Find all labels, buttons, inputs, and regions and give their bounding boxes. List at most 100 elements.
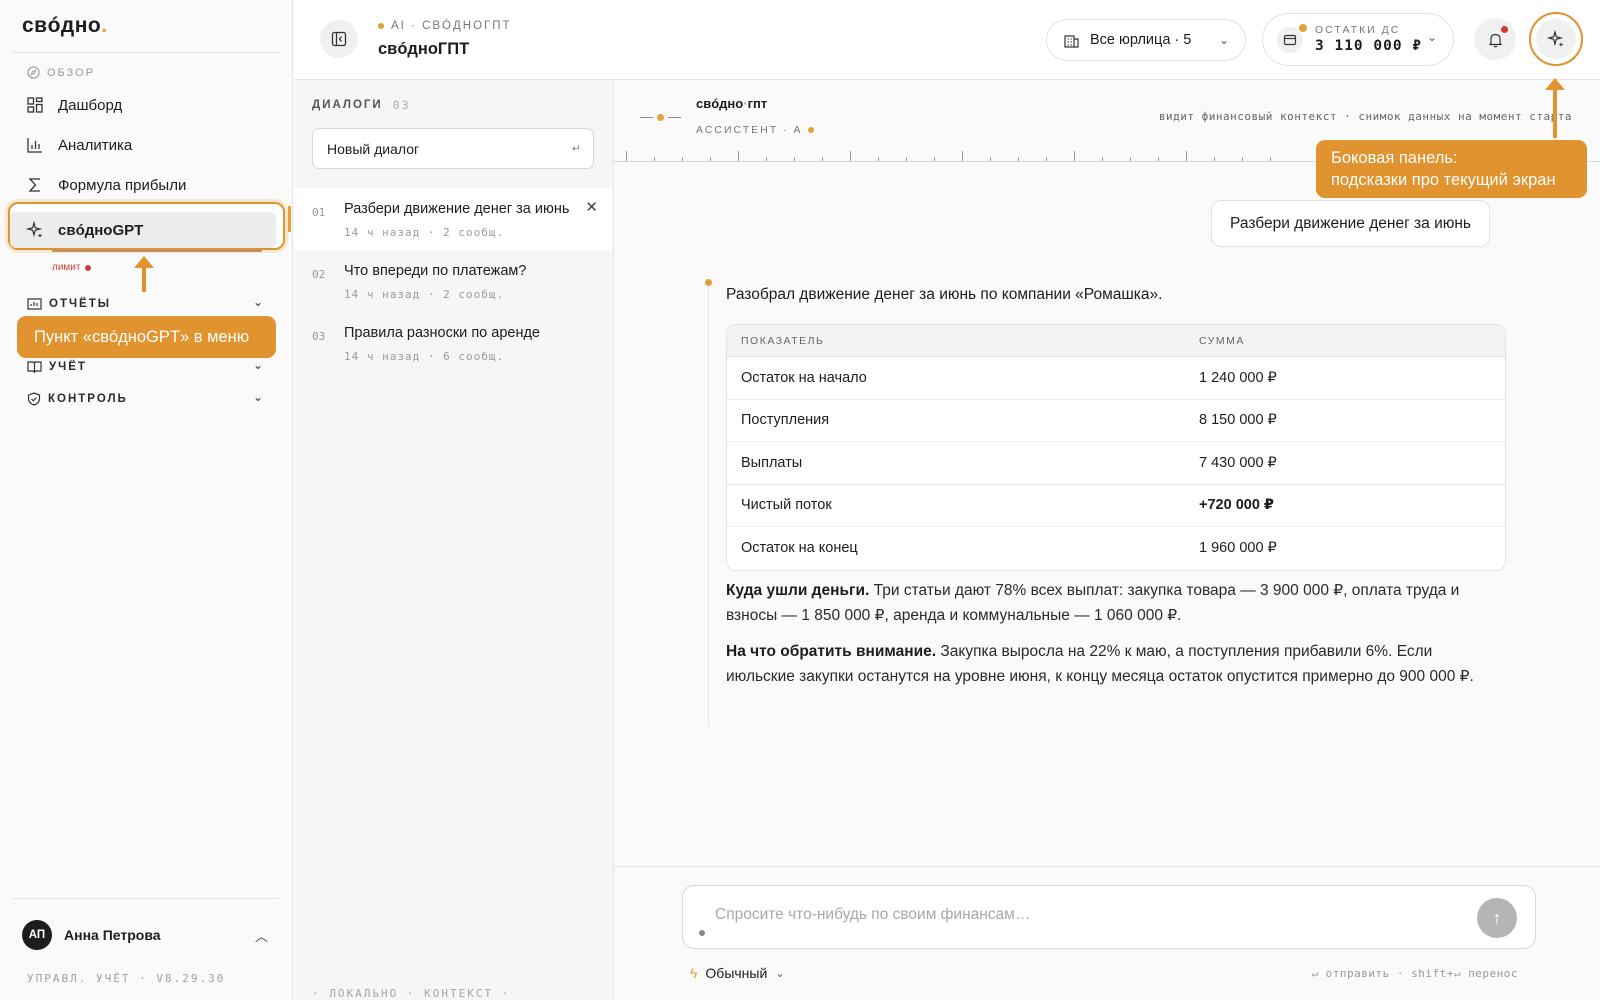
cash-balance-widget[interactable]: ОСТАТКИ ДС 3 110 000 ₽ ⌄ bbox=[1262, 13, 1454, 66]
sidebar-item-dashboard[interactable]: Дашборд bbox=[26, 93, 122, 117]
bell-icon bbox=[1488, 33, 1502, 47]
arrow-up-icon bbox=[134, 256, 154, 292]
status-dot-icon bbox=[378, 23, 384, 29]
mode-selector[interactable]: ϟ Обычный ⌄ bbox=[690, 965, 785, 981]
dialog-item[interactable]: 03 Правила разноски по аренде 14 ч назад… bbox=[294, 312, 612, 374]
sidebar-toggle-icon bbox=[331, 31, 347, 47]
sparkle-icon bbox=[26, 221, 43, 238]
entity-selector-label: Все юрлица · 5 bbox=[1090, 32, 1192, 48]
sidebar-divider bbox=[13, 898, 279, 899]
dialogs-count: 03 bbox=[392, 98, 411, 112]
book-icon bbox=[27, 361, 42, 374]
table-row: Выплаты 7 430 000 ₽ bbox=[727, 442, 1505, 485]
breadcrumb: AI · СВÓДНОГПТ bbox=[378, 20, 512, 32]
assistant-dot-icon bbox=[705, 279, 712, 286]
bar-chart-icon bbox=[27, 138, 42, 153]
answer-intro: Разобрал движение денег за июнь по компа… bbox=[726, 286, 1163, 303]
gpt-side-panel-button[interactable] bbox=[1529, 12, 1583, 66]
limit-progress-bar bbox=[52, 249, 262, 252]
chevron-down-icon: ⌄ bbox=[775, 967, 785, 980]
building-icon bbox=[1064, 34, 1079, 48]
user-message: Разбери движение денег за июнь bbox=[1211, 200, 1490, 247]
app-version: УПРАВЛ. УЧЁТ · V8.29.30 bbox=[27, 972, 226, 985]
dialog-item[interactable]: 02 Что впереди по платежам? 14 ч назад ·… bbox=[294, 250, 612, 312]
section-control-label: КОНТРОЛЬ bbox=[48, 393, 128, 405]
page-title: свóдноГПТ bbox=[378, 40, 470, 58]
lightning-icon: ϟ bbox=[690, 965, 698, 981]
sigma-icon bbox=[28, 178, 40, 192]
sidebar-item-label: Аналитика bbox=[58, 136, 133, 154]
sidebar: свóдно. ОБЗОР Дашборд Аналитика Формула … bbox=[0, 0, 293, 1000]
context-note: видит финансовый контекст · снимок данны… bbox=[1158, 110, 1572, 123]
sparkle-icon bbox=[1547, 30, 1564, 47]
grid-icon bbox=[27, 97, 43, 113]
arrow-up-icon: ↑ bbox=[1492, 907, 1502, 928]
chat-panel: свóдно·гпт АССИСТЕНТ · А видит финансовы… bbox=[614, 80, 1600, 1000]
chevron-down-icon[interactable]: ⌄ bbox=[253, 390, 265, 404]
table-header: ПОКАЗАТЕЛЬ СУММА bbox=[727, 325, 1505, 357]
section-control[interactable]: КОНТРОЛЬ ⌄ bbox=[27, 390, 263, 406]
active-indicator bbox=[288, 206, 291, 232]
answer-paragraph: Куда ушли деньги. Три статьи дают 78% вс… bbox=[726, 582, 1460, 624]
notification-badge bbox=[1501, 26, 1508, 33]
user-name: Анна Петрова bbox=[64, 927, 161, 943]
sidebar-item-label: Дашборд bbox=[58, 96, 123, 114]
cursor-dot-icon bbox=[699, 930, 705, 936]
chevron-down-icon: ⌄ bbox=[1218, 33, 1229, 47]
close-icon[interactable]: ✕ bbox=[585, 198, 598, 216]
new-dialog-button[interactable]: Новый диалог ↵ bbox=[312, 128, 594, 169]
status-dot-icon bbox=[1299, 24, 1307, 32]
composer: ↑ bbox=[682, 885, 1536, 949]
section-accounting-label: УЧЁТ bbox=[49, 361, 87, 373]
table-row: Остаток на конец 1 960 000 ₽ bbox=[741, 540, 1277, 557]
sidebar-divider bbox=[13, 52, 279, 53]
composer-area: ↑ ϟ Обычный ⌄ ↵ отправить · shift+↵ пере… bbox=[614, 866, 1600, 1000]
wallet-icon bbox=[1277, 27, 1303, 53]
callout-side-panel: Боковая панель: подсказки про текущий эк… bbox=[1316, 140, 1587, 198]
table-row: Остаток на начало 1 240 000 ₽ bbox=[727, 357, 1505, 400]
sidebar-item-analytics[interactable]: Аналитика bbox=[26, 133, 132, 157]
answer-paragraph: На что обратить внимание. Закупка выросл… bbox=[726, 643, 1474, 685]
section-overview: ОБЗОР bbox=[27, 66, 95, 79]
entity-selector[interactable]: Все юрлица · 5 ⌄ bbox=[1046, 19, 1246, 61]
chevron-down-icon[interactable]: ⌄ bbox=[253, 358, 265, 372]
keyboard-hints: ↵ отправить · shift+↵ перенос bbox=[1311, 967, 1518, 980]
compass-icon bbox=[27, 66, 40, 79]
sidebar-item-svodnogpt[interactable]: свóдноGPT bbox=[26, 218, 143, 242]
brand-mark-icon bbox=[640, 114, 681, 121]
dialogs-panel: ДИАЛОГИ 03 Новый диалог ↵ 01 Разбери движе… bbox=[294, 80, 614, 1000]
limit-dot-icon bbox=[85, 264, 92, 271]
callout-menu-item: Пункт «свóдноGPT» в меню bbox=[17, 316, 276, 358]
section-accounting[interactable]: УЧЁТ ⌄ bbox=[27, 358, 263, 374]
section-reports[interactable]: ОТЧЁТЫ ⌄ bbox=[27, 295, 263, 311]
section-overview-label: ОБЗОР bbox=[47, 66, 96, 79]
limit-badge: лимит bbox=[52, 262, 92, 273]
chevron-down-icon[interactable]: ⌄ bbox=[253, 295, 265, 309]
chat-input[interactable] bbox=[715, 906, 1455, 924]
chevron-down-icon: ⌄ bbox=[1426, 30, 1437, 44]
sidebar-item-label: свóдноGPT bbox=[58, 221, 144, 239]
logo[interactable]: свóдно. bbox=[22, 14, 108, 38]
chevron-up-icon[interactable]: ︿ bbox=[255, 926, 268, 945]
dialogs-header: ДИАЛОГИ 03 bbox=[312, 98, 411, 112]
sidebar-item-label: Формула прибыли bbox=[58, 176, 187, 194]
mode-label: Обычный bbox=[705, 965, 768, 981]
avatar: АП bbox=[22, 920, 52, 950]
status-dot-icon bbox=[808, 127, 815, 133]
top-bar: AI · СВÓДНОГПТ свóдноГПТ Все юрлица · 5 … bbox=[294, 0, 1600, 80]
table-row: Чистый поток +720 000 ₽ bbox=[727, 485, 1505, 527]
chat-subtitle: АССИСТЕНТ · А bbox=[696, 124, 815, 136]
section-reports-label: ОТЧЁТЫ bbox=[49, 298, 112, 310]
sidebar-item-profit-formula[interactable]: Формула прибыли bbox=[26, 173, 186, 197]
answer-thread-line bbox=[708, 286, 709, 726]
table-row: Поступления 8 150 000 ₽ bbox=[727, 400, 1505, 442]
cash-flow-table: ПОКАЗАТЕЛЬ СУММА Остаток на начало 1 240 0… bbox=[726, 324, 1506, 571]
cash-balance-label: ОСТАТКИ ДС bbox=[1315, 24, 1401, 36]
notifications-button[interactable] bbox=[1474, 18, 1516, 60]
dialog-item[interactable]: 01 Разбери движение денег за июнь 14 ч н… bbox=[294, 188, 612, 250]
collapse-sidebar-button[interactable] bbox=[320, 20, 358, 58]
user-profile[interactable]: АП Анна Петрова bbox=[22, 920, 161, 950]
send-button[interactable]: ↑ bbox=[1477, 898, 1517, 938]
chat-brand: свóдно·гпт bbox=[696, 96, 768, 111]
shield-icon bbox=[27, 392, 41, 406]
